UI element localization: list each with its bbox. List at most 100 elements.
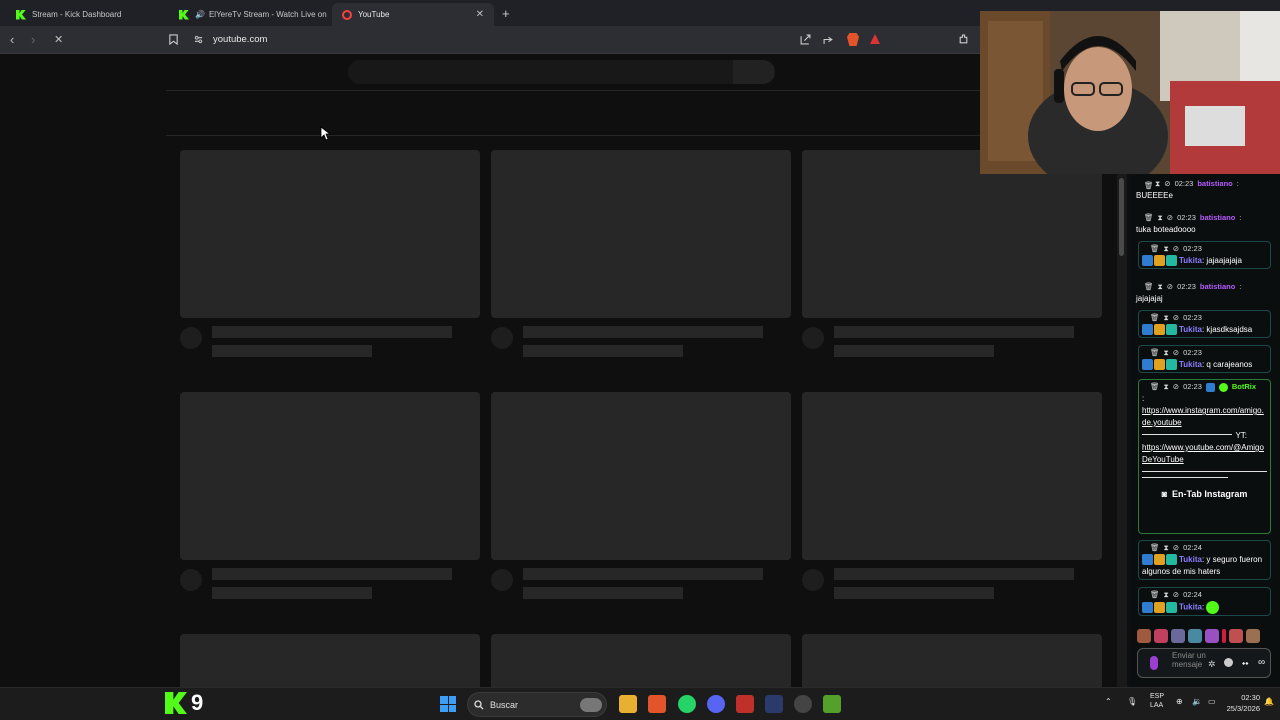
forward-button[interactable]: › (31, 32, 35, 47)
bookmark-icon[interactable] (168, 34, 179, 45)
chat-username[interactable]: Tukita (1179, 555, 1202, 564)
file-explorer-icon[interactable] (619, 695, 637, 713)
steam-icon[interactable] (765, 695, 783, 713)
emote-icon[interactable] (1205, 629, 1219, 643)
whatsapp-icon[interactable] (678, 695, 696, 713)
trash-icon[interactable]: 🗑 (1144, 180, 1154, 190)
emote-icon[interactable] (1246, 629, 1260, 643)
tab-kick-dashboard[interactable]: Stream - Kick Dashboard (6, 3, 166, 26)
chat-input[interactable]: Enviar un mensaje ✲ ⬩⬩ ∞ (1137, 648, 1271, 678)
hourglass-icon[interactable]: ⧗ (1158, 212, 1163, 224)
hourglass-icon[interactable]: ⧗ (1164, 347, 1169, 359)
chat-username[interactable]: Tukita (1179, 256, 1202, 265)
tab-youtube[interactable]: YouTube ✕ (332, 3, 494, 26)
trash-icon[interactable]: 🗑 (1150, 542, 1160, 554)
taskbar-search[interactable]: Buscar (467, 692, 607, 717)
emote-icon[interactable] (1222, 629, 1226, 643)
chat-username[interactable]: Tukita (1179, 360, 1202, 369)
volume-icon[interactable]: 🔉 (1192, 697, 1202, 706)
instagram-button[interactable]: ◙ En-Tab Instagram (1142, 483, 1267, 505)
discord-icon[interactable] (707, 695, 725, 713)
hourglass-icon[interactable]: ⧗ (1164, 243, 1169, 255)
windows-start-icon[interactable] (440, 696, 456, 712)
ban-icon[interactable]: ⊘ (1167, 212, 1173, 224)
emote-icon[interactable] (1171, 629, 1185, 643)
chat-username[interactable]: Tukita (1179, 325, 1202, 334)
ban-icon[interactable]: ⊘ (1167, 281, 1173, 293)
brave-shields-icon[interactable] (847, 33, 859, 46)
hourglass-icon[interactable]: ⧗ (1164, 542, 1169, 554)
chat-username[interactable]: Tukita (1179, 603, 1202, 612)
badge-icon (1166, 255, 1177, 267)
emote-icon[interactable] (1229, 629, 1243, 643)
brave-rewards-icon[interactable] (870, 34, 880, 44)
ban-icon[interactable]: ⊘ (1173, 243, 1179, 255)
emote-icon[interactable] (1188, 629, 1202, 643)
hourglass-icon[interactable]: ⧗ (1164, 381, 1169, 393)
trash-icon[interactable]: 🗑 (1150, 589, 1160, 601)
ban-icon[interactable]: ⊘ (1173, 347, 1179, 359)
settings-icon[interactable]: ⬩⬩ (1242, 658, 1248, 669)
site-settings-icon[interactable] (194, 35, 203, 44)
stop-loading-button[interactable]: ✕ (54, 33, 63, 46)
trash-icon[interactable]: 🗑 (1144, 281, 1154, 293)
trash-icon[interactable]: 🗑 (1150, 243, 1160, 255)
open-in-app-icon[interactable] (800, 34, 811, 45)
clock-time: 02:30 (1241, 693, 1260, 702)
trash-icon[interactable]: 🗑 (1150, 381, 1160, 393)
tab-elyeretv-stream[interactable]: 🔊 ElYereTv Stream - Watch Live on (169, 3, 329, 26)
mic-icon[interactable] (1150, 656, 1158, 670)
chat-username[interactable]: batistiano (1197, 178, 1232, 190)
share-icon[interactable] (823, 34, 834, 45)
chat-scrollbar[interactable] (1274, 174, 1280, 687)
trash-icon[interactable]: 🗑 (1150, 347, 1160, 359)
hourglass-icon[interactable]: ⧗ (1158, 281, 1163, 293)
scrollbar-thumb[interactable] (1119, 178, 1124, 256)
yt-label: YT: (1235, 431, 1247, 440)
separator-line (1142, 471, 1267, 472)
trash-icon[interactable]: 🗑 (1144, 212, 1154, 224)
windows-taskbar: 9 Buscar ⌃ 🎙 ESP LAA ⊕ 🔉 ▭ 02:30 25/3/202… (0, 687, 1280, 720)
page-scrollbar[interactable] (1117, 173, 1127, 687)
ban-icon[interactable]: ⊘ (1173, 542, 1179, 554)
tray-chevron-icon[interactable]: ⌃ (1105, 697, 1112, 706)
infinity-icon[interactable]: ∞ (1258, 657, 1265, 668)
chat-username[interactable]: batistiano (1200, 212, 1235, 224)
emoji-icon[interactable] (1224, 658, 1233, 667)
hourglass-icon[interactable]: ⧗ (1164, 589, 1169, 601)
back-button[interactable]: ‹ (10, 32, 14, 47)
user-badges (1142, 602, 1177, 613)
ban-icon[interactable]: ⊘ (1173, 589, 1179, 601)
ban-icon[interactable]: ⊘ (1164, 178, 1170, 190)
chat-message: 🗑 ⧗ ⊘ 02:23 batistiano: tuka boteadoooo (1136, 212, 1272, 236)
sticker-icon[interactable]: ✲ (1208, 659, 1216, 670)
trash-icon[interactable]: 🗑 (1150, 312, 1160, 324)
youtube-link[interactable]: https://www.youtube.com/@AmigoDeYouTube (1142, 442, 1267, 466)
input-language[interactable]: ESP LAA (1150, 692, 1164, 710)
hourglass-icon[interactable]: ⧗ (1164, 312, 1169, 324)
voicemeeter-icon[interactable] (736, 695, 754, 713)
chat-timestamp: 02:24 (1183, 543, 1202, 552)
search-highlight-icon (580, 698, 602, 712)
globe-icon[interactable]: ⊕ (1176, 697, 1183, 706)
extensions-icon[interactable] (958, 34, 969, 45)
obs-icon[interactable] (794, 695, 812, 713)
ban-icon[interactable]: ⊘ (1173, 312, 1179, 324)
notification-icon[interactable]: 🔔 (1264, 697, 1274, 706)
emote-icon[interactable] (1137, 629, 1151, 643)
ban-icon[interactable]: ⊘ (1173, 381, 1179, 393)
new-tab-button[interactable]: + (502, 6, 510, 21)
kick-app-icon[interactable] (823, 695, 841, 713)
brave-browser-icon[interactable] (648, 695, 666, 713)
close-tab-icon[interactable]: ✕ (476, 9, 484, 20)
microphone-icon[interactable]: 🎙 (1127, 697, 1137, 706)
instagram-link[interactable]: https://www.instagram.com/amigo.de.youtu… (1142, 405, 1267, 429)
title-skeleton (212, 326, 452, 338)
address-bar[interactable]: youtube.com (165, 29, 985, 51)
hourglass-icon[interactable]: ⧗ (1155, 178, 1160, 190)
emote-icon[interactable] (1154, 629, 1168, 643)
battery-icon[interactable]: ▭ (1208, 697, 1216, 706)
clock[interactable]: 02:30 25/3/2026 (1226, 692, 1260, 714)
chat-username[interactable]: batistiano (1200, 281, 1235, 293)
chat-username[interactable]: BotRix (1232, 381, 1256, 393)
